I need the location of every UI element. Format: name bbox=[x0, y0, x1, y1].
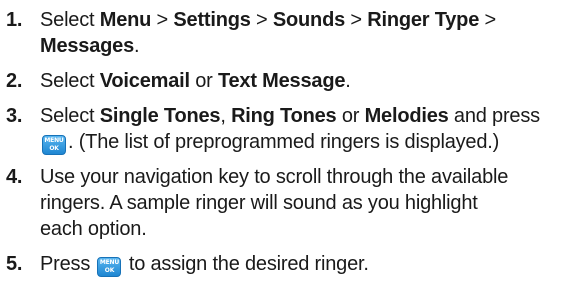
key-bottom-label: OK bbox=[49, 145, 59, 152]
step-number: 3. bbox=[6, 105, 23, 127]
text-run: Select bbox=[40, 105, 100, 127]
text-run: Select bbox=[40, 9, 100, 31]
text-run: > bbox=[151, 9, 174, 31]
instruction-steps: 1. Select Menu > Settings > Sounds > Rin… bbox=[0, 0, 575, 286]
key-bottom-label: OK bbox=[104, 267, 115, 274]
menu-path-item: Settings bbox=[173, 9, 251, 31]
text-run: or bbox=[189, 70, 218, 92]
text-run: > bbox=[345, 9, 368, 31]
text-run: Press bbox=[40, 253, 96, 275]
text-run: . (The list of preprogrammed ringers is … bbox=[68, 131, 500, 153]
text-run: to assign the desired ringer. bbox=[123, 253, 369, 275]
text-run: and press bbox=[448, 105, 540, 127]
text-run: , bbox=[220, 105, 232, 127]
menu-path-item: Menu bbox=[99, 9, 152, 31]
text-run: . bbox=[134, 35, 140, 57]
step-line: Select Single Tones, Ring Tones or Melod… bbox=[40, 103, 570, 129]
option-name: Ring Tones bbox=[231, 105, 337, 127]
option-name: Voicemail bbox=[99, 70, 190, 92]
menu-path-item: Ringer Type bbox=[367, 9, 480, 31]
step-text: Select Voicemail or Text Message. bbox=[40, 68, 570, 94]
step-number: 2. bbox=[6, 70, 23, 92]
key-top-label: MENU bbox=[44, 137, 64, 144]
text-run: Select bbox=[40, 70, 100, 92]
step-line: Press MENU OK to assign the desired ringe… bbox=[40, 251, 570, 277]
step-text: Press MENU OK to assign the desired ringe… bbox=[40, 251, 570, 277]
step-line: ringers. A sample ringer will sound as y… bbox=[40, 192, 478, 214]
step-number: 1. bbox=[6, 9, 23, 31]
step-text: Select Single Tones, Ring Tones or Melod… bbox=[40, 103, 570, 155]
text-run: . bbox=[345, 70, 351, 92]
step-text: Use your navigation key to scroll throug… bbox=[40, 164, 570, 242]
step-number: 4. bbox=[6, 166, 23, 188]
step-line: Use your navigation key to scroll throug… bbox=[40, 166, 509, 188]
text-run: or bbox=[336, 105, 365, 127]
step-text: Select Menu > Settings > Sounds > Ringer… bbox=[40, 7, 570, 59]
step-number: 5. bbox=[6, 253, 23, 275]
option-name: Text Message bbox=[217, 70, 346, 92]
menu-path-item: Sounds bbox=[272, 9, 346, 31]
text-run: > bbox=[250, 9, 273, 31]
option-name: Melodies bbox=[364, 105, 449, 127]
step-line: Messages. bbox=[40, 33, 570, 59]
key-top-label: MENU bbox=[99, 259, 120, 266]
step-line: Select Voicemail or Text Message. bbox=[40, 68, 570, 94]
menu-path-item: Messages bbox=[40, 35, 135, 57]
step-line: Select Menu > Settings > Sounds > Ringer… bbox=[40, 7, 570, 33]
option-name: Single Tones bbox=[99, 105, 221, 127]
step-line: each option. bbox=[40, 218, 147, 240]
menu-ok-key-icon: MENU OK bbox=[97, 257, 122, 277]
text-run: > bbox=[479, 9, 496, 31]
step-line: MENU OK. (The list of preprogrammed ringe… bbox=[40, 129, 570, 155]
menu-ok-key-icon: MENU OK bbox=[42, 135, 66, 155]
